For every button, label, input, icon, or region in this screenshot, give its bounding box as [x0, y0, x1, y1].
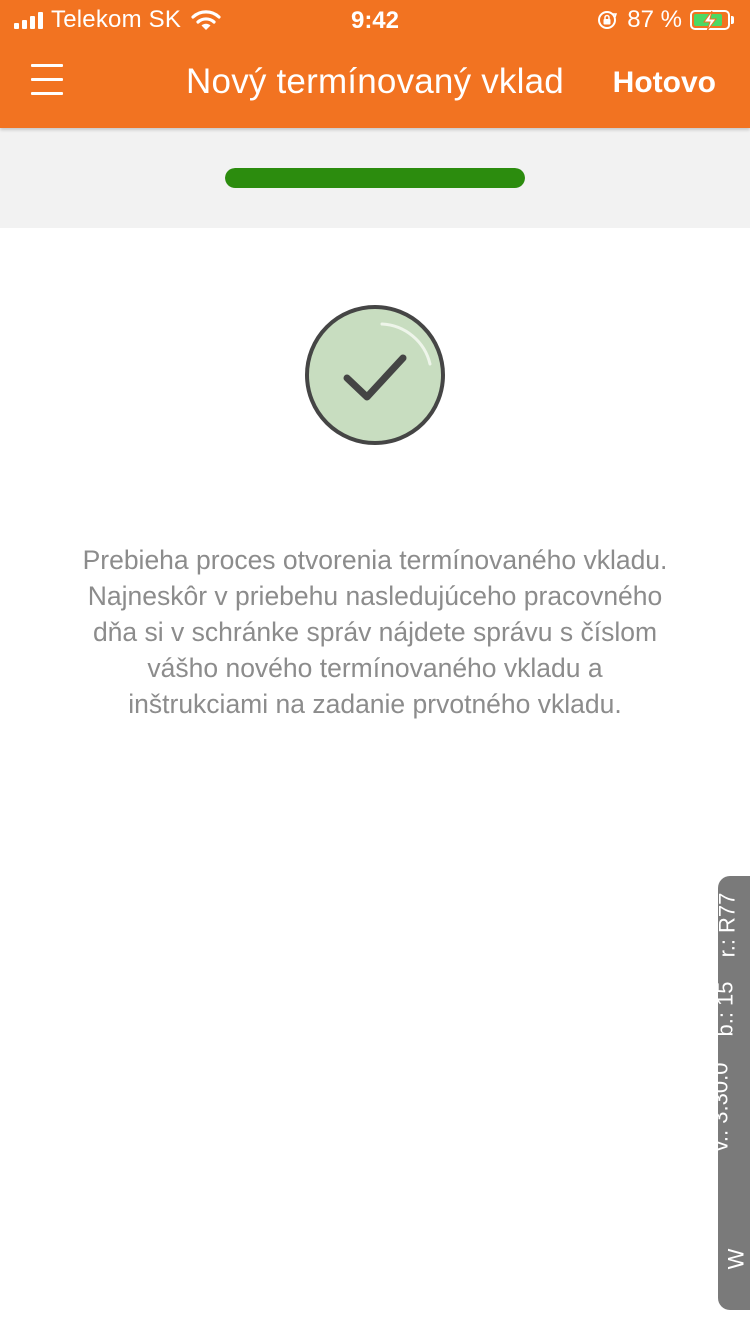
page-title: Nový termínovaný vklad [186, 62, 564, 101]
status-bar-right: 87 % [597, 6, 734, 34]
success-message: Prebieha proces otvorenia termínovaného … [82, 545, 668, 719]
progress-bar-fill [225, 168, 525, 188]
version-number: v.: 3.30.0 [707, 1062, 733, 1152]
nav-bar: Nový termínovaný vklad Hotovo [0, 40, 750, 128]
app-header: Telekom SK 9:42 87 % Nový termínovaný vk… [0, 0, 750, 128]
build-number: b.: 15 [712, 981, 738, 1037]
battery-charging-icon [690, 10, 730, 32]
version-info-tab[interactable]: W v.: 3.30.0 b.: 15 r.: R77 [707, 876, 750, 1310]
battery-cap [731, 16, 734, 24]
done-button[interactable]: Hotovo [613, 66, 716, 100]
version-w: W [723, 1248, 749, 1270]
progress-bar [225, 168, 525, 188]
rotation-lock-icon [598, 11, 618, 29]
hamburger-menu-icon[interactable] [28, 60, 68, 100]
status-bar: Telekom SK 9:42 87 % [0, 0, 750, 40]
checkmark-circle-icon [305, 305, 445, 445]
progress-section [0, 128, 750, 228]
revision-number: r.: R77 [714, 892, 740, 958]
battery-percentage: 87 % [627, 6, 682, 33]
